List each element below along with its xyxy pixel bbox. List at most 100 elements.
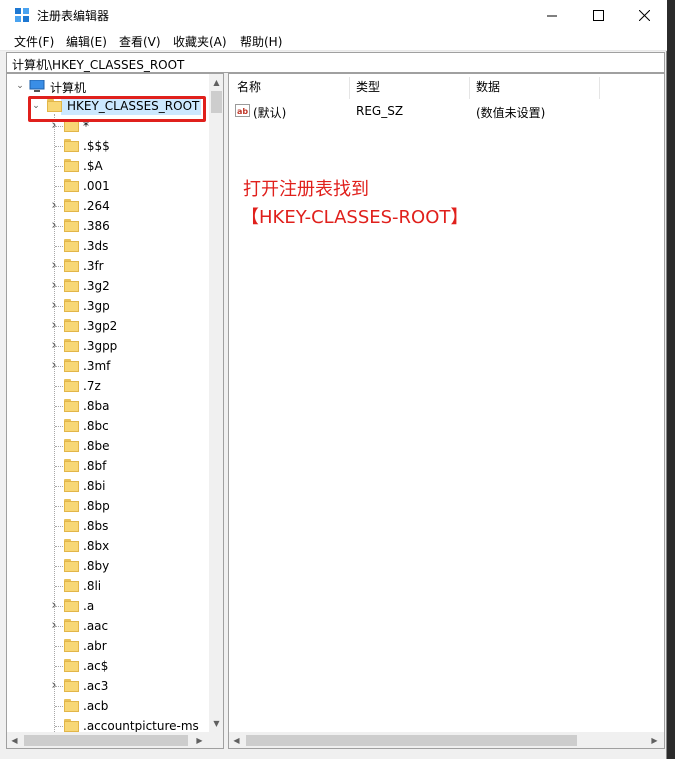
tree-item[interactable]: .acb xyxy=(7,696,209,716)
tree-item[interactable]: .8bi xyxy=(7,476,209,496)
menu-file[interactable]: 文件(F) xyxy=(14,33,54,50)
expand-arrow-icon[interactable]: › xyxy=(49,319,59,332)
tree-item-label: .7z xyxy=(83,379,101,393)
tree-item[interactable]: .001 xyxy=(7,176,209,196)
annotation-highlight-box xyxy=(28,96,206,122)
column-header-data[interactable]: 数据 xyxy=(476,78,500,98)
expand-arrow-icon[interactable]: › xyxy=(49,199,59,212)
scroll-right-icon[interactable]: ▶ xyxy=(647,732,662,748)
scroll-thumb[interactable] xyxy=(246,735,577,746)
menu-view[interactable]: 查看(V) xyxy=(119,33,161,50)
folder-icon xyxy=(64,579,79,592)
tree-vertical-scrollbar[interactable]: ▲ ▼ xyxy=(209,74,223,732)
maximize-button[interactable] xyxy=(575,0,621,30)
tree-item[interactable]: .8be xyxy=(7,436,209,456)
tree-item[interactable]: .3ds xyxy=(7,236,209,256)
scroll-left-icon[interactable]: ◀ xyxy=(7,732,22,748)
address-path[interactable]: 计算机\HKEY_CLASSES_ROOT xyxy=(12,56,184,73)
tree-item[interactable]: › .ac3 xyxy=(7,676,209,696)
scroll-down-icon[interactable]: ▼ xyxy=(209,715,223,732)
folder-icon xyxy=(64,479,79,492)
tree-root-computer[interactable]: ⌄ 计算机 xyxy=(7,76,209,96)
tree-item-label: .8be xyxy=(83,439,110,453)
tree-item-label: .8bx xyxy=(83,539,110,553)
column-header-type[interactable]: 类型 xyxy=(356,78,380,98)
folder-icon xyxy=(64,219,79,232)
regedit-app-icon xyxy=(15,8,29,22)
tree-item[interactable]: .accountpicture-ms xyxy=(7,716,209,732)
tree-item[interactable]: › .3gpp xyxy=(7,336,209,356)
tree-item[interactable]: › .386 xyxy=(7,216,209,236)
tree-item[interactable]: › .3gp2 xyxy=(7,316,209,336)
folder-icon xyxy=(64,319,79,332)
menu-favorites[interactable]: 收藏夹(A) xyxy=(173,33,227,50)
expand-arrow-icon[interactable]: › xyxy=(49,359,59,372)
tree-item-label: .ac$ xyxy=(83,659,109,673)
tree-item[interactable]: .7z xyxy=(7,376,209,396)
column-header-name[interactable]: 名称 xyxy=(237,78,261,98)
folder-icon xyxy=(64,299,79,312)
tree-item-label: .3g2 xyxy=(83,279,110,293)
tree-item[interactable]: › .a xyxy=(7,596,209,616)
menu-bar: 文件(F) 编辑(E) 查看(V) 收藏夹(A) 帮助(H) xyxy=(0,30,667,51)
tree-item-label: .8li xyxy=(83,579,102,593)
tree-item-label: .001 xyxy=(83,179,110,193)
folder-icon xyxy=(64,239,79,252)
tree-item[interactable]: › .3gp xyxy=(7,296,209,316)
tree-item[interactable]: .8bc xyxy=(7,416,209,436)
tree-item[interactable]: .8by xyxy=(7,556,209,576)
tree-item[interactable]: › .3g2 xyxy=(7,276,209,296)
expand-arrow-icon[interactable]: › xyxy=(49,619,59,632)
scroll-thumb[interactable] xyxy=(24,735,188,746)
tree-item[interactable]: › .3mf xyxy=(7,356,209,376)
tree-item[interactable]: .ac$ xyxy=(7,656,209,676)
scroll-thumb[interactable] xyxy=(211,91,222,113)
column-separator[interactable] xyxy=(599,77,600,99)
collapse-arrow-icon[interactable]: ⌄ xyxy=(15,80,25,92)
tree-item[interactable]: .8ba xyxy=(7,396,209,416)
tree-view[interactable]: ⌄ 计算机 ⌄ HKEY_CLASSES_ROOT › * .$$$ .$A .001 ›… xyxy=(7,74,209,732)
tree-item[interactable]: › .264 xyxy=(7,196,209,216)
expand-arrow-icon[interactable]: › xyxy=(49,339,59,352)
tree-item[interactable]: .abr xyxy=(7,636,209,656)
title-bar[interactable]: 注册表编辑器 xyxy=(0,0,667,30)
expand-arrow-icon[interactable]: › xyxy=(49,259,59,272)
menu-help[interactable]: 帮助(H) xyxy=(240,33,282,50)
tree-item[interactable]: › .3fr xyxy=(7,256,209,276)
tree-item[interactable]: .8bp xyxy=(7,496,209,516)
minimize-button[interactable] xyxy=(529,0,575,30)
scroll-up-icon[interactable]: ▲ xyxy=(209,74,223,91)
tree-pane[interactable]: ⌄ 计算机 ⌄ HKEY_CLASSES_ROOT › * .$$$ .$A .001 ›… xyxy=(6,73,224,749)
regedit-window: 注册表编辑器 文件(F) 编辑(E) 查看(V) 收藏夹(A) 帮助(H) 计算… xyxy=(0,0,667,759)
tree-item[interactable]: › .aac xyxy=(7,616,209,636)
scroll-left-icon[interactable]: ◀ xyxy=(229,732,244,748)
tree-item[interactable]: .$A xyxy=(7,156,209,176)
tree-item[interactable]: .8bx xyxy=(7,536,209,556)
registry-value-row[interactable]: ab (默认) REG_SZ (数值未设置) xyxy=(229,101,664,121)
tree-item[interactable]: .8bs xyxy=(7,516,209,536)
tree-connector-line xyxy=(55,426,63,427)
expand-arrow-icon[interactable]: › xyxy=(49,679,59,692)
tree-item-label: .abr xyxy=(83,639,107,653)
values-list-pane[interactable]: 名称 类型 数据 ab (默认) REG_SZ (数值未设置) 打开注册表找到 … xyxy=(228,73,665,749)
tree-connector-line xyxy=(55,166,63,167)
tree-item[interactable]: .8bf xyxy=(7,456,209,476)
address-bar[interactable]: 计算机\HKEY_CLASSES_ROOT xyxy=(6,52,665,73)
maximize-icon xyxy=(592,9,604,21)
expand-arrow-icon[interactable]: › xyxy=(49,279,59,292)
window-title: 注册表编辑器 xyxy=(37,9,110,23)
column-separator[interactable] xyxy=(469,77,470,99)
expand-arrow-icon[interactable]: › xyxy=(49,219,59,232)
scroll-right-icon[interactable]: ▶ xyxy=(192,732,207,748)
column-separator[interactable] xyxy=(349,77,350,99)
expand-arrow-icon[interactable]: › xyxy=(49,299,59,312)
list-horizontal-scrollbar[interactable]: ◀ ▶ xyxy=(229,732,664,748)
tree-item[interactable]: .$$$ xyxy=(7,136,209,156)
folder-icon xyxy=(64,699,79,712)
menu-edit[interactable]: 编辑(E) xyxy=(66,33,107,50)
close-button[interactable] xyxy=(621,0,667,30)
tree-horizontal-scrollbar[interactable]: ◀ ▶ xyxy=(7,732,209,748)
tree-item[interactable]: .8li xyxy=(7,576,209,596)
tree-item-label: .3fr xyxy=(83,259,104,273)
expand-arrow-icon[interactable]: › xyxy=(49,599,59,612)
